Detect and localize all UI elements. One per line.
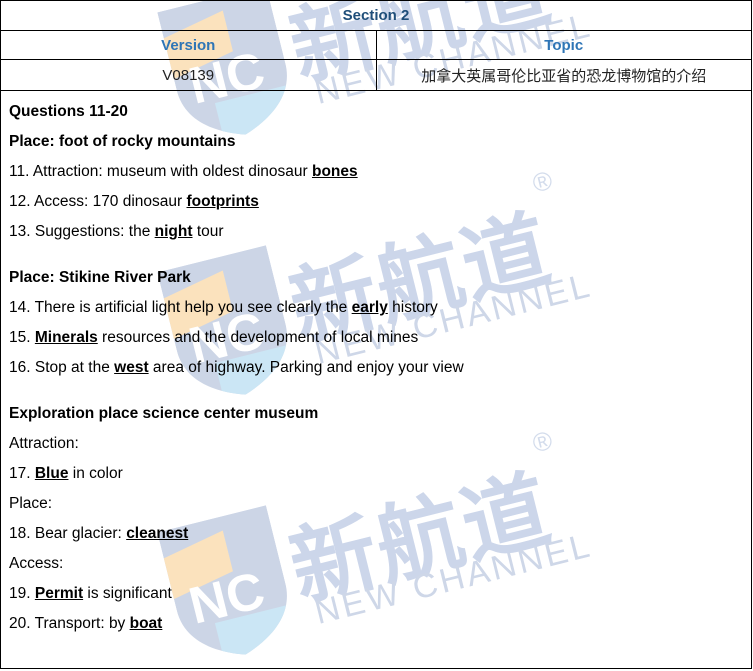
- line-text: 18. Bear glacier:: [9, 525, 127, 542]
- place-heading-2: Place: Stikine River Park: [9, 263, 751, 293]
- line-text: in color: [68, 465, 123, 482]
- answer-word: cleanest: [126, 525, 189, 542]
- question-20: 20. Transport: by boat: [9, 609, 751, 639]
- line-text: Place: foot of rocky mountains: [9, 133, 236, 150]
- line-text: 14. There is artificial light help you s…: [9, 299, 352, 316]
- version-value: V08139: [0, 59, 377, 91]
- topic-value: 加拿大英属哥伦比亚省的恐龙博物馆的介绍: [375, 59, 752, 91]
- question-12: 12. Access: 170 dinosaur footprints: [9, 187, 751, 217]
- section-header-table: Section 2 Version Topic V08139 加拿大英属哥伦比亚…: [0, 0, 752, 91]
- answer-word: early: [351, 299, 388, 316]
- answer-word: boat: [129, 615, 163, 632]
- table-row: V08139 加拿大英属哥伦比亚省的恐龙博物馆的介绍: [0, 59, 752, 91]
- line-text: 11. Attraction: museum with oldest dinos…: [9, 163, 312, 180]
- line-text: Place: Stikine River Park: [9, 269, 191, 286]
- answer-word: Permit: [34, 585, 84, 602]
- answer-word: Blue: [34, 465, 69, 482]
- label-access: Access:: [9, 549, 751, 579]
- answer-line-list: Questions 11-20 Place: foot of rocky moun…: [1, 91, 751, 639]
- answer-word: bones: [311, 163, 358, 180]
- line-text: Attraction:: [9, 435, 79, 452]
- line-text: tour: [192, 223, 224, 240]
- line-text: Place:: [9, 495, 53, 512]
- question-14: 14. There is artificial light help you s…: [9, 293, 751, 323]
- answer-word: west: [114, 359, 149, 376]
- section-title: Section 2: [0, 0, 752, 31]
- question-15: 15. Minerals resources and the developme…: [9, 323, 751, 353]
- place-heading-3: Exploration place science center museum: [9, 399, 751, 429]
- line-text: Access:: [9, 555, 64, 572]
- answer-word: Minerals: [34, 329, 98, 346]
- line-text: area of highway. Parking and enjoy your …: [148, 359, 464, 376]
- questions-heading: Questions 11-20: [9, 97, 751, 127]
- line-text: 17.: [9, 465, 35, 482]
- line-text: is significant: [83, 585, 172, 602]
- line-text: Exploration place science center museum: [9, 405, 319, 422]
- question-16: 16. Stop at the west area of highway. Pa…: [9, 353, 751, 383]
- question-17: 17. Blue in color: [9, 459, 751, 489]
- question-13: 13. Suggestions: the night tour: [9, 217, 751, 247]
- line-text: 16. Stop at the: [9, 359, 115, 376]
- line-text: history: [387, 299, 438, 316]
- table-row: Version Topic: [0, 30, 752, 60]
- line-text: 19.: [9, 585, 35, 602]
- label-place: Place:: [9, 489, 751, 519]
- question-19: 19. Permit is significant: [9, 579, 751, 609]
- line-text: 20. Transport: by: [9, 615, 130, 632]
- table-row: Section 2: [0, 0, 752, 31]
- answers-body: Questions 11-20 Place: foot of rocky moun…: [0, 91, 752, 669]
- label-attraction: Attraction:: [9, 429, 751, 459]
- question-18: 18. Bear glacier: cleanest: [9, 519, 751, 549]
- question-11: 11. Attraction: museum with oldest dinos…: [9, 157, 751, 187]
- line-text: 13. Suggestions: the: [9, 223, 155, 240]
- line-text: Questions 11-20: [9, 103, 128, 120]
- answer-word: footprints: [186, 193, 259, 210]
- line-text: 12. Access: 170 dinosaur: [9, 193, 187, 210]
- document-content: Section 2 Version Topic V08139 加拿大英属哥伦比亚…: [0, 0, 753, 669]
- column-header-topic: Topic: [375, 30, 752, 60]
- column-header-version: Version: [0, 30, 377, 60]
- answer-word: night: [154, 223, 193, 240]
- line-text: 15.: [9, 329, 35, 346]
- place-heading-1: Place: foot of rocky mountains: [9, 127, 751, 157]
- line-text: resources and the development of local m…: [97, 329, 419, 346]
